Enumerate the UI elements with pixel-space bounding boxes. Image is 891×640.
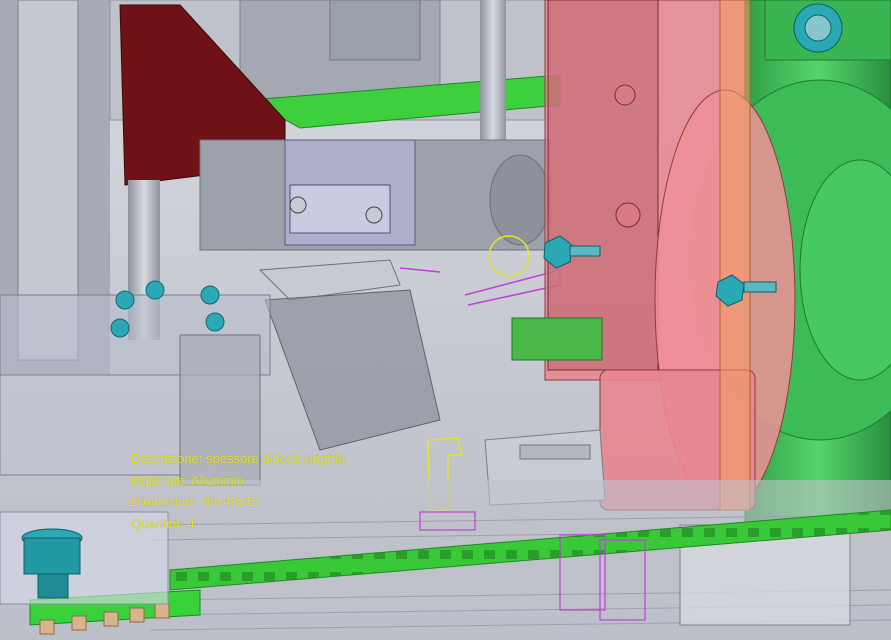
tooltip-dimensions: Dimensioni: 80x43x15 [131, 494, 259, 509]
cad-assembly-render [0, 0, 891, 640]
green-tab [511, 317, 603, 361]
part-info-tooltip: Descrizione: spessore blocco cinghia Mat… [131, 448, 345, 534]
tooltip-material: Materiale: Alluminio [131, 472, 244, 488]
cad-3d-viewport[interactable]: Descrizione: spessore blocco cinghia Mat… [0, 0, 891, 640]
tooltip-quantity: Quantità: 4 [131, 515, 195, 531]
tooltip-description: Descrizione: spessore blocco cinghia [131, 451, 345, 466]
